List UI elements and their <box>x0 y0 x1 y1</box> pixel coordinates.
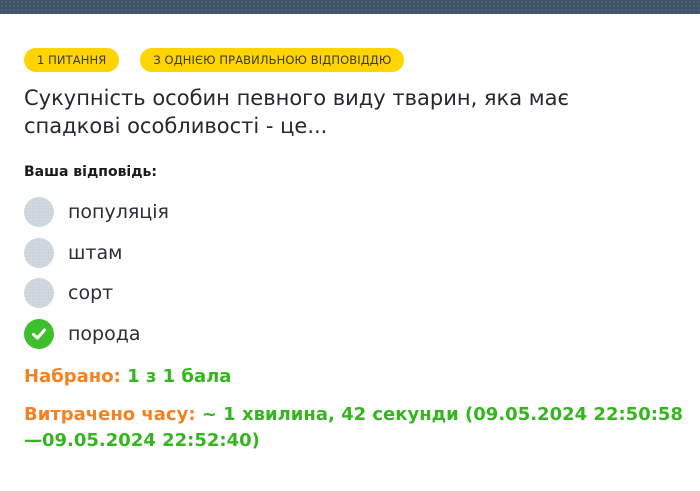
score-value: 1 з 1 бала <box>127 366 232 387</box>
option-label: порода <box>68 323 141 346</box>
option-label: штам <box>68 241 123 264</box>
score-line: Набрано: 1 з 1 бала <box>24 366 231 387</box>
option-sort[interactable]: сорт <box>24 273 169 314</box>
option-poroda[interactable]: порода <box>24 314 169 355</box>
header-bar <box>0 0 700 14</box>
answer-options: популяція штам сорт порода <box>24 192 169 354</box>
check-icon[interactable] <box>24 319 54 350</box>
question-type-badge: З ОДНІЄЮ ПРАВИЛЬНОЮ ВІДПОВІДДЮ <box>140 48 405 72</box>
time-label: Витрачено часу: <box>24 404 196 425</box>
question-number-badge: 1 ПИТАННЯ <box>24 48 120 72</box>
time-spent-line: Витрачено часу: ~ 1 хвилина, 42 секунди … <box>24 402 684 454</box>
option-label: популяція <box>68 201 169 224</box>
radio-unselected-icon[interactable] <box>24 278 54 309</box>
option-populyatsiya[interactable]: популяція <box>24 192 169 233</box>
option-label: сорт <box>68 282 114 305</box>
option-shtam[interactable]: штам <box>24 233 169 274</box>
radio-unselected-icon[interactable] <box>24 197 54 228</box>
radio-unselected-icon[interactable] <box>24 237 54 268</box>
question-text: Сукупність особин певного виду тварин, я… <box>24 86 570 138</box>
score-label: Набрано: <box>24 366 121 387</box>
question-badges: 1 ПИТАННЯ З ОДНІЄЮ ПРАВИЛЬНОЮ ВІДПОВІДДЮ <box>24 48 405 72</box>
your-answer-label: Ваша відповідь: <box>24 164 157 180</box>
